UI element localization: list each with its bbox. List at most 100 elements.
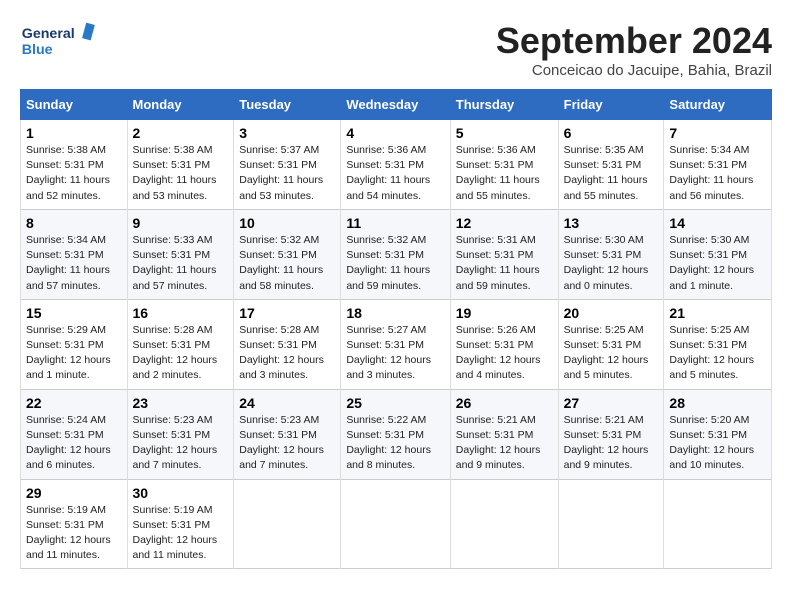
calendar-cell bbox=[234, 479, 341, 569]
day-detail: Sunrise: 5:34 AMSunset: 5:31 PMDaylight:… bbox=[669, 144, 753, 202]
weekday-header-monday: Monday bbox=[127, 90, 234, 120]
day-detail: Sunrise: 5:21 AMSunset: 5:31 PMDaylight:… bbox=[564, 414, 649, 472]
week-row-1: 1 Sunrise: 5:38 AMSunset: 5:31 PMDayligh… bbox=[21, 120, 772, 210]
day-number: 20 bbox=[564, 305, 659, 321]
weekday-header-thursday: Thursday bbox=[450, 90, 558, 120]
weekday-header-wednesday: Wednesday bbox=[341, 90, 450, 120]
calendar-cell: 20 Sunrise: 5:25 AMSunset: 5:31 PMDaylig… bbox=[558, 299, 664, 389]
day-number: 4 bbox=[346, 125, 444, 141]
calendar-cell: 14 Sunrise: 5:30 AMSunset: 5:31 PMDaylig… bbox=[664, 209, 772, 299]
calendar-cell: 29 Sunrise: 5:19 AMSunset: 5:31 PMDaylig… bbox=[21, 479, 128, 569]
calendar-cell bbox=[558, 479, 664, 569]
day-number: 13 bbox=[564, 215, 659, 231]
page-header: General Blue September 2024 Conceicao do… bbox=[20, 20, 772, 79]
calendar-cell: 19 Sunrise: 5:26 AMSunset: 5:31 PMDaylig… bbox=[450, 299, 558, 389]
day-detail: Sunrise: 5:34 AMSunset: 5:31 PMDaylight:… bbox=[26, 234, 110, 292]
day-detail: Sunrise: 5:36 AMSunset: 5:31 PMDaylight:… bbox=[346, 144, 430, 202]
day-number: 12 bbox=[456, 215, 553, 231]
day-number: 3 bbox=[239, 125, 335, 141]
day-detail: Sunrise: 5:35 AMSunset: 5:31 PMDaylight:… bbox=[564, 144, 648, 202]
weekday-header-friday: Friday bbox=[558, 90, 664, 120]
calendar-cell: 16 Sunrise: 5:28 AMSunset: 5:31 PMDaylig… bbox=[127, 299, 234, 389]
day-number: 6 bbox=[564, 125, 659, 141]
week-row-2: 8 Sunrise: 5:34 AMSunset: 5:31 PMDayligh… bbox=[21, 209, 772, 299]
weekday-header-saturday: Saturday bbox=[664, 90, 772, 120]
weekday-header-sunday: Sunday bbox=[21, 90, 128, 120]
calendar-cell: 10 Sunrise: 5:32 AMSunset: 5:31 PMDaylig… bbox=[234, 209, 341, 299]
calendar-cell: 6 Sunrise: 5:35 AMSunset: 5:31 PMDayligh… bbox=[558, 120, 664, 210]
svg-text:Blue: Blue bbox=[22, 42, 53, 58]
day-detail: Sunrise: 5:33 AMSunset: 5:31 PMDaylight:… bbox=[133, 234, 217, 292]
day-detail: Sunrise: 5:24 AMSunset: 5:31 PMDaylight:… bbox=[26, 414, 111, 472]
calendar-cell: 23 Sunrise: 5:23 AMSunset: 5:31 PMDaylig… bbox=[127, 389, 234, 479]
calendar-cell: 25 Sunrise: 5:22 AMSunset: 5:31 PMDaylig… bbox=[341, 389, 450, 479]
day-detail: Sunrise: 5:38 AMSunset: 5:31 PMDaylight:… bbox=[133, 144, 217, 202]
location: Conceicao do Jacuipe, Bahia, Brazil bbox=[496, 62, 772, 79]
day-number: 22 bbox=[26, 395, 122, 411]
day-number: 24 bbox=[239, 395, 335, 411]
calendar-cell bbox=[341, 479, 450, 569]
day-detail: Sunrise: 5:32 AMSunset: 5:31 PMDaylight:… bbox=[239, 234, 323, 292]
day-number: 5 bbox=[456, 125, 553, 141]
day-number: 17 bbox=[239, 305, 335, 321]
day-detail: Sunrise: 5:19 AMSunset: 5:31 PMDaylight:… bbox=[133, 504, 218, 562]
calendar-cell: 17 Sunrise: 5:28 AMSunset: 5:31 PMDaylig… bbox=[234, 299, 341, 389]
day-number: 29 bbox=[26, 485, 122, 501]
calendar-cell: 28 Sunrise: 5:20 AMSunset: 5:31 PMDaylig… bbox=[664, 389, 772, 479]
day-number: 25 bbox=[346, 395, 444, 411]
calendar-cell: 22 Sunrise: 5:24 AMSunset: 5:31 PMDaylig… bbox=[21, 389, 128, 479]
day-detail: Sunrise: 5:21 AMSunset: 5:31 PMDaylight:… bbox=[456, 414, 541, 472]
day-number: 11 bbox=[346, 215, 444, 231]
calendar-cell: 15 Sunrise: 5:29 AMSunset: 5:31 PMDaylig… bbox=[21, 299, 128, 389]
day-number: 1 bbox=[26, 125, 122, 141]
calendar-cell: 27 Sunrise: 5:21 AMSunset: 5:31 PMDaylig… bbox=[558, 389, 664, 479]
day-number: 23 bbox=[133, 395, 229, 411]
week-row-5: 29 Sunrise: 5:19 AMSunset: 5:31 PMDaylig… bbox=[21, 479, 772, 569]
day-detail: Sunrise: 5:19 AMSunset: 5:31 PMDaylight:… bbox=[26, 504, 111, 562]
day-detail: Sunrise: 5:26 AMSunset: 5:31 PMDaylight:… bbox=[456, 324, 541, 382]
day-detail: Sunrise: 5:25 AMSunset: 5:31 PMDaylight:… bbox=[564, 324, 649, 382]
calendar-table: SundayMondayTuesdayWednesdayThursdayFrid… bbox=[20, 89, 772, 569]
calendar-cell: 26 Sunrise: 5:21 AMSunset: 5:31 PMDaylig… bbox=[450, 389, 558, 479]
calendar-cell: 11 Sunrise: 5:32 AMSunset: 5:31 PMDaylig… bbox=[341, 209, 450, 299]
day-detail: Sunrise: 5:38 AMSunset: 5:31 PMDaylight:… bbox=[26, 144, 110, 202]
calendar-cell: 4 Sunrise: 5:36 AMSunset: 5:31 PMDayligh… bbox=[341, 120, 450, 210]
day-detail: Sunrise: 5:28 AMSunset: 5:31 PMDaylight:… bbox=[239, 324, 324, 382]
calendar-cell: 5 Sunrise: 5:36 AMSunset: 5:31 PMDayligh… bbox=[450, 120, 558, 210]
day-number: 9 bbox=[133, 215, 229, 231]
logo-svg: General Blue bbox=[20, 20, 100, 60]
svg-text:General: General bbox=[22, 26, 75, 42]
calendar-cell: 1 Sunrise: 5:38 AMSunset: 5:31 PMDayligh… bbox=[21, 120, 128, 210]
week-row-4: 22 Sunrise: 5:24 AMSunset: 5:31 PMDaylig… bbox=[21, 389, 772, 479]
day-number: 15 bbox=[26, 305, 122, 321]
day-detail: Sunrise: 5:22 AMSunset: 5:31 PMDaylight:… bbox=[346, 414, 431, 472]
day-number: 18 bbox=[346, 305, 444, 321]
day-number: 21 bbox=[669, 305, 766, 321]
day-number: 2 bbox=[133, 125, 229, 141]
day-detail: Sunrise: 5:36 AMSunset: 5:31 PMDaylight:… bbox=[456, 144, 540, 202]
day-detail: Sunrise: 5:28 AMSunset: 5:31 PMDaylight:… bbox=[133, 324, 218, 382]
month-title: September 2024 bbox=[496, 20, 772, 62]
title-block: September 2024 Conceicao do Jacuipe, Bah… bbox=[496, 20, 772, 79]
day-number: 27 bbox=[564, 395, 659, 411]
day-detail: Sunrise: 5:29 AMSunset: 5:31 PMDaylight:… bbox=[26, 324, 111, 382]
day-detail: Sunrise: 5:23 AMSunset: 5:31 PMDaylight:… bbox=[239, 414, 324, 472]
calendar-cell: 9 Sunrise: 5:33 AMSunset: 5:31 PMDayligh… bbox=[127, 209, 234, 299]
day-detail: Sunrise: 5:27 AMSunset: 5:31 PMDaylight:… bbox=[346, 324, 431, 382]
calendar-cell: 3 Sunrise: 5:37 AMSunset: 5:31 PMDayligh… bbox=[234, 120, 341, 210]
calendar-cell bbox=[450, 479, 558, 569]
calendar-cell: 7 Sunrise: 5:34 AMSunset: 5:31 PMDayligh… bbox=[664, 120, 772, 210]
day-detail: Sunrise: 5:25 AMSunset: 5:31 PMDaylight:… bbox=[669, 324, 754, 382]
day-number: 14 bbox=[669, 215, 766, 231]
calendar-cell: 18 Sunrise: 5:27 AMSunset: 5:31 PMDaylig… bbox=[341, 299, 450, 389]
day-number: 8 bbox=[26, 215, 122, 231]
day-detail: Sunrise: 5:32 AMSunset: 5:31 PMDaylight:… bbox=[346, 234, 430, 292]
day-detail: Sunrise: 5:20 AMSunset: 5:31 PMDaylight:… bbox=[669, 414, 754, 472]
calendar-cell: 21 Sunrise: 5:25 AMSunset: 5:31 PMDaylig… bbox=[664, 299, 772, 389]
calendar-cell: 12 Sunrise: 5:31 AMSunset: 5:31 PMDaylig… bbox=[450, 209, 558, 299]
day-detail: Sunrise: 5:30 AMSunset: 5:31 PMDaylight:… bbox=[669, 234, 754, 292]
day-number: 28 bbox=[669, 395, 766, 411]
day-number: 7 bbox=[669, 125, 766, 141]
logo: General Blue bbox=[20, 20, 100, 60]
day-number: 16 bbox=[133, 305, 229, 321]
